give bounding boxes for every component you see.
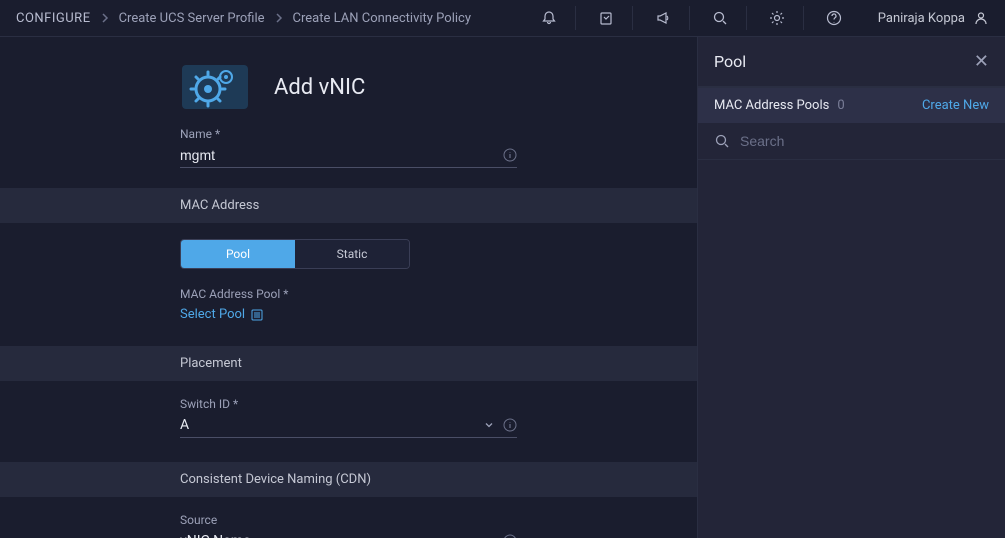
toggle-static[interactable]: Static (295, 240, 409, 268)
switch-id-label: Switch ID * (180, 397, 517, 411)
megaphone-icon[interactable] (651, 6, 690, 30)
gear-icon[interactable] (765, 6, 804, 30)
cdn-section-header: Consistent Device Naming (CDN) (0, 462, 697, 497)
panel-header: Pool ✕ (698, 37, 1005, 88)
search-icon (714, 133, 730, 149)
source-label: Source (180, 513, 517, 527)
select-pool-link[interactable]: Select Pool (180, 307, 263, 322)
panel-search-input[interactable] (740, 133, 989, 149)
placement-section-header: Placement (0, 346, 697, 381)
gears-graphic-icon (180, 57, 250, 117)
main-area: Add vNIC Name * MAC Address Pool Static … (0, 37, 1005, 538)
panel-search-row (698, 123, 1005, 160)
chevron-down-icon (483, 419, 495, 431)
mac-section-header: MAC Address (0, 188, 697, 223)
info-icon[interactable] (503, 418, 517, 432)
source-value: vNIC Name (180, 533, 483, 538)
user-icon (973, 10, 989, 26)
panel-title: Pool (714, 52, 746, 71)
bell-icon[interactable] (537, 6, 576, 30)
topbar-actions: Paniraja Koppa (537, 6, 989, 30)
chevron-right-icon (101, 12, 109, 24)
mac-type-toggle: Pool Static (180, 239, 410, 269)
switch-id-select[interactable]: A (180, 417, 517, 438)
user-menu[interactable]: Paniraja Koppa (878, 10, 989, 26)
panel-count: 0 (837, 98, 844, 113)
chevron-right-icon (275, 12, 283, 24)
breadcrumb: CONFIGURE Create UCS Server Profile Crea… (16, 11, 471, 26)
panel-subtitle: MAC Address Pools (714, 98, 829, 113)
help-icon[interactable] (822, 6, 860, 30)
clipboard-icon[interactable] (594, 6, 633, 30)
mac-pool-label: MAC Address Pool * (180, 287, 517, 301)
placement-section-body: Switch ID * A (0, 381, 697, 462)
info-icon[interactable] (503, 148, 517, 162)
name-label: Name * (180, 127, 517, 141)
breadcrumb-item-profile[interactable]: Create UCS Server Profile (119, 11, 265, 26)
breadcrumb-item-policy[interactable]: Create LAN Connectivity Policy (293, 11, 471, 26)
list-icon (251, 309, 263, 321)
title-row: Add vNIC (0, 37, 697, 127)
switch-id-value: A (180, 417, 483, 433)
form-column: Add vNIC Name * MAC Address Pool Static … (0, 37, 697, 538)
cdn-section-body: Source vNIC Name (0, 497, 697, 538)
top-bar: CONFIGURE Create UCS Server Profile Crea… (0, 0, 1005, 37)
name-field-block: Name * (0, 127, 697, 188)
select-pool-label: Select Pool (180, 307, 245, 322)
breadcrumb-root[interactable]: CONFIGURE (16, 11, 91, 26)
create-new-link[interactable]: Create New (922, 98, 989, 113)
source-select[interactable]: vNIC Name (180, 533, 517, 538)
side-panel: Pool ✕ MAC Address Pools 0 Create New (697, 37, 1005, 538)
mac-section-body: Pool Static MAC Address Pool * Select Po… (0, 223, 697, 346)
info-icon[interactable] (503, 534, 517, 538)
user-name: Paniraja Koppa (878, 11, 965, 26)
toggle-pool[interactable]: Pool (181, 240, 295, 268)
search-icon[interactable] (708, 6, 747, 30)
page-title: Add vNIC (274, 75, 365, 100)
panel-subheader: MAC Address Pools 0 Create New (698, 88, 1005, 123)
close-icon[interactable]: ✕ (974, 51, 989, 72)
name-input[interactable] (180, 147, 503, 163)
